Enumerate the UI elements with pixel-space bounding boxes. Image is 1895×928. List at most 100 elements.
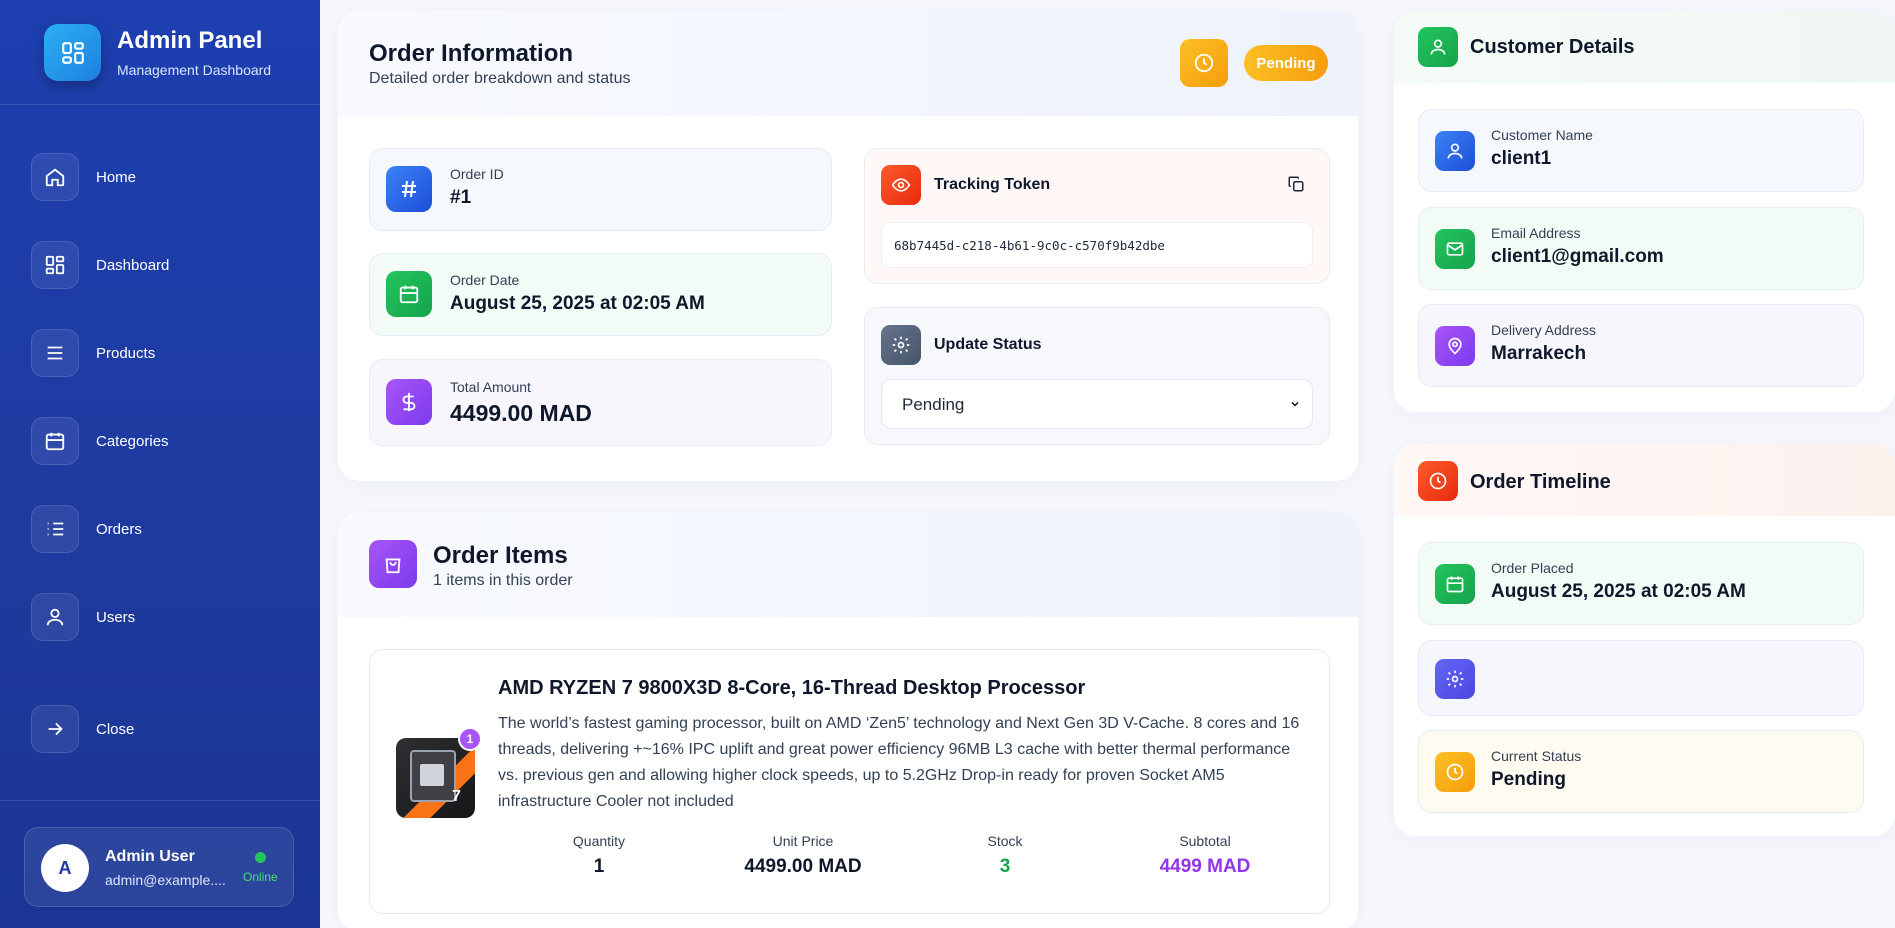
dashboard-logo-icon [44,24,101,81]
section-title: Order Items [433,542,568,569]
total-amount-card: Total Amount 4499.00 MAD [369,359,832,446]
shopping-bag-icon [369,540,417,588]
product-image: 7 [396,738,475,818]
section-title: Customer Details [1470,36,1635,58]
nav-item-close[interactable]: Close [31,704,291,754]
nav-item-dashboard[interactable]: Dashboard [31,240,291,290]
total-amount-value: 4499.00 MAD [450,400,592,426]
order-timeline-panel: Order Timeline Order Placed August 25, 2… [1394,444,1895,836]
order-placed-card: Order Placed August 25, 2025 at 02:05 AM [1418,542,1864,625]
update-status-label: Update Status [934,336,1042,353]
tracking-token-value: 68b7445d-c218-4b61-9c0c-c570f9b42dbe [894,238,1165,253]
order-id-value: #1 [450,187,472,208]
clock-icon [1180,39,1228,87]
quantity-badge: 1 [458,727,482,751]
product-name: AMD RYZEN 7 9800X3D 8-Core, 16-Thread De… [498,677,1086,699]
brand-title: Admin Panel [117,27,263,54]
brand-header: Admin Panel Management Dashboard [0,0,320,105]
order-items-panel: Order Items 1 items in this order 7 1 AM… [338,512,1358,928]
nav-label: Home [96,168,137,186]
online-status-text: Online [243,870,278,884]
grid-icon [31,241,79,289]
nav-item-categories[interactable]: Categories [31,416,291,466]
nav-label: Close [96,720,135,738]
status-badge: Pending [1244,45,1328,81]
hash-icon [386,166,432,212]
order-date-value: August 25, 2025 at 02:05 AM [450,293,705,314]
nav-item-orders[interactable]: Orders [31,504,291,554]
customer-name-card: Customer Name client1 [1418,109,1864,192]
email-label: Email Address [1491,225,1581,241]
order-placed-value: August 25, 2025 at 02:05 AM [1491,581,1746,602]
user-icon [1418,27,1458,67]
calendar-icon [386,271,432,317]
tracking-token-card: Tracking Token 68b7445d-c218-4b61-9c0c-c… [864,148,1330,284]
online-status-dot [255,852,266,863]
calendar-icon [1435,564,1475,604]
current-status-card: Current Status Pending [1418,730,1864,813]
current-status-label: Current Status [1491,748,1582,764]
dollar-icon [386,379,432,425]
nav-label: Users [96,608,136,626]
gear-icon [881,325,921,365]
order-date-label: Order Date [450,272,520,288]
map-pin-icon [1435,326,1475,366]
tracking-token-label: Tracking Token [934,176,1051,193]
user-icon [31,593,79,641]
clock-icon [1418,461,1458,501]
processing-step-card [1418,640,1864,716]
email-card: Email Address client1@gmail.com [1418,207,1864,290]
calendar-icon [31,417,79,465]
customer-details-panel: Customer Details Customer Name client1 E… [1394,11,1895,412]
delivery-address-card: Delivery Address Marrakech [1418,304,1864,387]
user-email: admin@example.... [105,872,226,888]
nav-item-home[interactable]: Home [31,152,291,202]
arrow-right-icon [31,705,79,753]
nav-label: Dashboard [96,256,170,274]
nav-label: Categories [96,432,169,450]
stock-value: 3 [999,856,1011,877]
user-name: Admin User [105,848,195,865]
order-item-card: 7 1 AMD RYZEN 7 9800X3D 8-Core, 16-Threa… [369,649,1330,914]
mail-icon [1435,229,1475,269]
update-status-card: Update Status Pending [864,307,1330,445]
subtotal-label: Subtotal [1179,833,1231,849]
current-status-value: Pending [1491,769,1566,790]
gear-icon [1435,659,1475,699]
nav-item-users[interactable]: Users [31,592,291,642]
status-select[interactable]: Pending [881,379,1313,429]
order-id-card: Order ID #1 [369,148,832,231]
section-subtitle: 1 items in this order [433,572,573,589]
order-id-label: Order ID [450,166,504,182]
email-value: client1@gmail.com [1491,246,1664,267]
stock-label: Stock [987,833,1023,849]
quantity-value: 1 [593,856,605,877]
ordered-list-icon [31,505,79,553]
nav-label: Orders [96,520,142,538]
avatar: A [41,844,89,892]
total-amount-label: Total Amount [450,379,531,395]
unit-price-label: Unit Price [772,833,834,849]
sidebar-divider [0,800,320,801]
delivery-address-value: Marrakech [1491,343,1587,364]
user-profile-card[interactable]: A Admin User admin@example.... Online [24,827,294,907]
customer-name-label: Customer Name [1491,127,1593,143]
brand-subtitle: Management Dashboard [117,62,272,78]
copy-icon[interactable] [1287,175,1307,195]
user-icon [1435,131,1475,171]
quantity-label: Quantity [572,833,626,849]
order-date-card: Order Date August 25, 2025 at 02:05 AM [369,253,832,336]
nav-item-products[interactable]: Products [31,328,291,378]
eye-icon [881,165,921,205]
subtotal-value: 4499 MAD [1159,856,1251,877]
order-placed-label: Order Placed [1491,560,1574,576]
sidebar: Admin Panel Management Dashboard Home Da… [0,0,320,928]
page-title: Order Information [369,40,574,67]
home-icon [31,153,79,201]
product-description: The world’s fastest gaming processor, bu… [498,715,1300,810]
nav-label: Products [96,344,156,362]
page-subtitle: Detailed order breakdown and status [369,70,631,87]
delivery-address-label: Delivery Address [1491,322,1597,338]
tracking-token-box: 68b7445d-c218-4b61-9c0c-c570f9b42dbe [881,222,1313,268]
customer-name-value: client1 [1491,148,1552,169]
